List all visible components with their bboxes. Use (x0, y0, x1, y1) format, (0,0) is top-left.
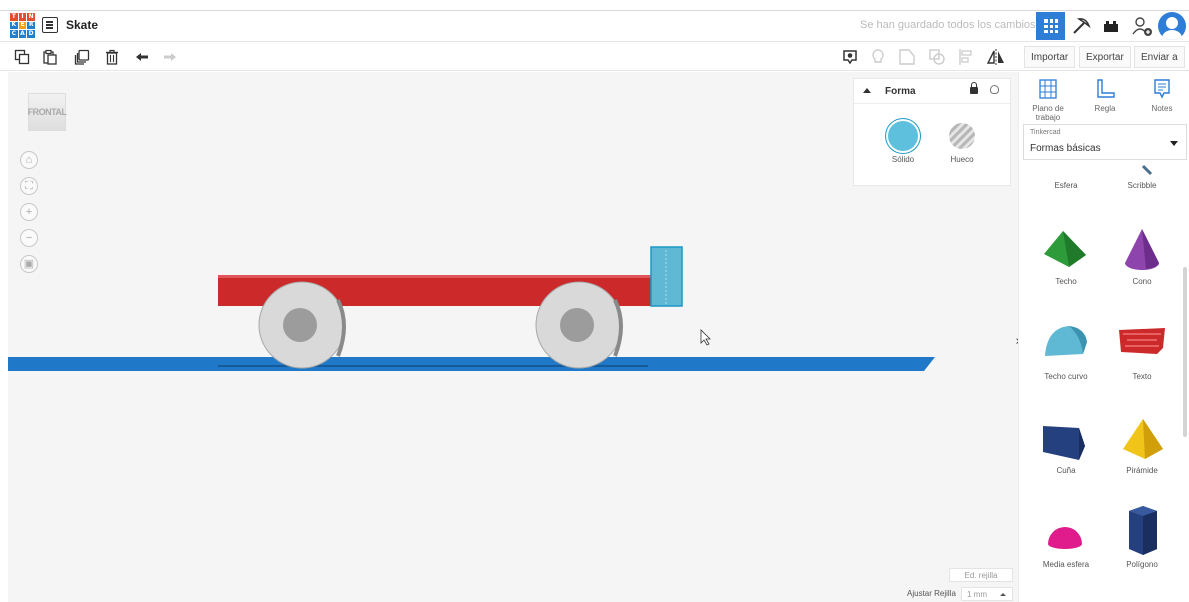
text-shape[interactable] (1117, 324, 1167, 358)
mouse-cursor (700, 329, 711, 346)
undo-icon[interactable] (132, 47, 152, 67)
notes-button[interactable]: Notes (1137, 78, 1187, 113)
inspector-header: Forma (854, 79, 1010, 104)
notes-label: Notes (1151, 104, 1173, 113)
lock-icon[interactable] (970, 82, 978, 94)
notes-visibility-icon[interactable] (840, 47, 860, 67)
light-bulb-icon[interactable] (868, 47, 888, 67)
avatar[interactable] (1158, 12, 1186, 40)
shape-inspector: Forma Sólido Hueco (853, 78, 1011, 186)
logo-letter: R (27, 21, 35, 30)
edit-toolbar: Importar Exportar Enviar a (0, 41, 1189, 71)
roof-shape[interactable] (1041, 227, 1091, 271)
logo-letter: D (27, 30, 35, 38)
shapes-panel: Plano de trabajo Regla Notes Esfera Scri… (1018, 72, 1189, 602)
workplane (8, 357, 935, 371)
export-button[interactable]: Exportar (1079, 46, 1131, 68)
tinkercad-logo[interactable]: T I N K E R C A D (10, 13, 35, 38)
bricks-icon[interactable] (1096, 12, 1125, 40)
inspector-title: Forma (885, 86, 916, 97)
redo-icon[interactable] (160, 47, 180, 67)
shape-label-curved-roof: Techo curvo (1044, 372, 1088, 381)
pyramid-shape[interactable] (1121, 417, 1165, 463)
save-status: Se han guardado todos los cambios. (860, 19, 1039, 31)
send-to-button[interactable]: Enviar a (1134, 46, 1185, 68)
collapse-icon[interactable] (863, 88, 871, 93)
project-name[interactable]: Skate (66, 18, 98, 32)
mirror-icon[interactable] (986, 47, 1006, 67)
logo-letter: I (18, 13, 27, 21)
logo-letter: N (27, 12, 35, 21)
ruler-button[interactable]: Regla (1080, 78, 1130, 113)
notes-icon (1154, 79, 1170, 99)
ungroup-icon[interactable] (927, 47, 947, 67)
grid-icon (1043, 19, 1058, 33)
half-sphere-shape[interactable] (1045, 516, 1085, 550)
logo-letter: A (18, 30, 27, 38)
wedge-shape[interactable] (1041, 420, 1091, 462)
duplicate-icon[interactable] (72, 47, 92, 67)
shape-label-polygon: Polígono (1126, 560, 1158, 569)
snap-grid-label: Ajustar Rejilla (907, 589, 956, 598)
library-owner: Tinkercad (1030, 129, 1061, 136)
delete-icon[interactable] (102, 47, 122, 67)
copy-icon[interactable] (12, 47, 32, 67)
import-button[interactable]: Importar (1024, 46, 1076, 68)
solid-color-swatch[interactable] (888, 121, 918, 151)
caret-down-icon (1170, 141, 1178, 146)
shape-label-half-sphere: Media esfera (1042, 560, 1090, 569)
group-icon[interactable] (897, 47, 917, 67)
edit-grid-button[interactable]: Ed. rejilla (949, 568, 1013, 582)
shape-label-cone: Cono (1132, 277, 1152, 286)
workplane-icon (1039, 79, 1057, 99)
shape-label-roof: Techo (1055, 277, 1077, 286)
logo-letter: C (10, 30, 18, 38)
logo-letter: T (10, 12, 18, 21)
logo-letter: K (10, 21, 18, 30)
shape-label-sphere: Esfera (1054, 181, 1078, 190)
shape-label-text: Texto (1132, 372, 1152, 381)
scribble-shape-preview[interactable] (1115, 164, 1155, 178)
solid-label: Sólido (891, 155, 915, 164)
workplane-label: Plano de trabajo (1032, 104, 1064, 123)
align-icon[interactable] (956, 47, 976, 67)
curved-roof-shape[interactable] (1041, 322, 1091, 362)
shape-label-wedge: Cuña (1056, 466, 1076, 475)
light-bulb-icon[interactable] (990, 85, 999, 94)
hole-swatch[interactable] (949, 123, 975, 149)
panel-scrollbar[interactable] (1183, 267, 1187, 437)
library-name: Formas básicas (1030, 143, 1101, 154)
shape-label-scribble: Scribble (1127, 181, 1157, 190)
ruler-label: Regla (1094, 104, 1116, 113)
ruler-icon (1097, 79, 1115, 98)
snap-grid-select[interactable]: 1 mm (961, 587, 1013, 601)
paste-icon[interactable] (40, 47, 60, 67)
pickaxe-icon[interactable] (1066, 12, 1095, 40)
cone-shape[interactable] (1122, 227, 1162, 273)
shape-library-select[interactable]: Tinkercad Formas básicas (1023, 124, 1187, 160)
3d-view-button[interactable] (1036, 12, 1065, 40)
add-user-icon[interactable] (1127, 12, 1156, 40)
top-bar: T I N K E R C A D Skate Se han guardado … (0, 10, 1189, 41)
polygon-shape[interactable] (1123, 505, 1163, 557)
hole-label: Hueco (950, 155, 974, 164)
logo-letter: E (18, 21, 27, 30)
workplane-button[interactable]: Plano de trabajo (1023, 78, 1073, 122)
design-list-icon[interactable] (42, 17, 58, 33)
shape-label-pyramid: Pirámide (1126, 466, 1158, 475)
